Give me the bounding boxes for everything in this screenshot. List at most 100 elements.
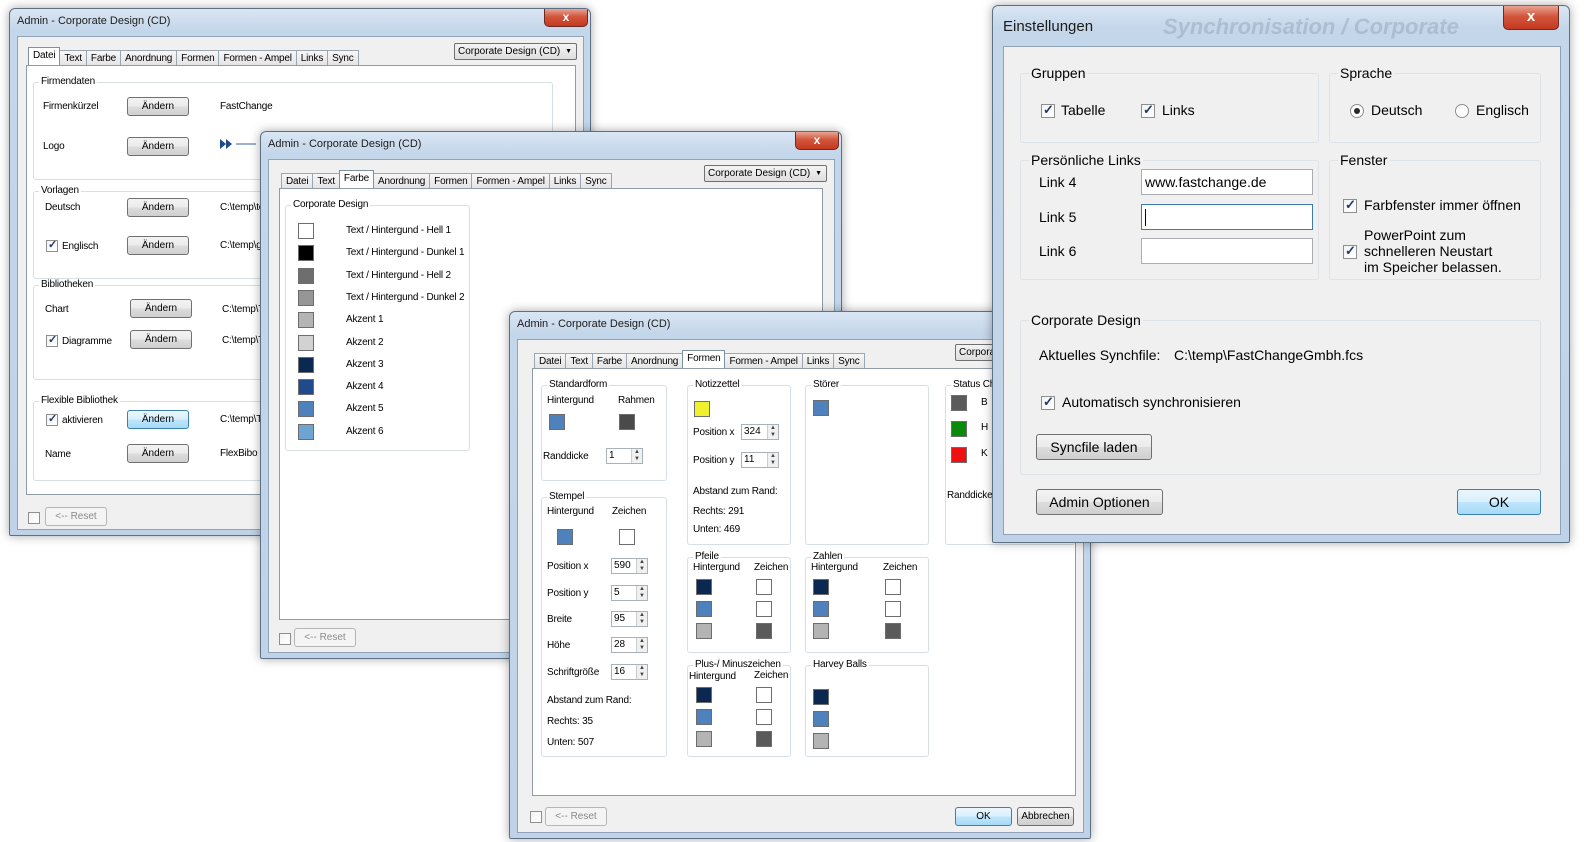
tab-text[interactable]: Text: [312, 173, 340, 189]
aktivieren-checkbox[interactable]: [46, 412, 58, 426]
color-swatch[interactable]: [298, 245, 314, 262]
tab-links[interactable]: Links: [801, 353, 835, 369]
color-swatch[interactable]: [696, 709, 712, 725]
color-swatch[interactable]: [696, 579, 712, 595]
stempel-breite-spinner[interactable]: 95 ▲ ▼: [611, 611, 648, 627]
farbfenster-checkbox[interactable]: [1343, 197, 1357, 213]
tab-sync[interactable]: Sync: [833, 353, 865, 369]
color-swatch[interactable]: [298, 289, 314, 306]
color-swatch[interactable]: [298, 334, 314, 351]
tab-anordnung[interactable]: Anordnung: [373, 173, 431, 189]
tab-datei[interactable]: Datei: [28, 47, 61, 66]
tab-sync[interactable]: Sync: [327, 50, 359, 66]
spin-arrows-icon[interactable]: ▲ ▼: [631, 449, 642, 463]
deutsch-radio[interactable]: [1350, 104, 1364, 118]
reset-button[interactable]: <-- Reset: [45, 507, 107, 526]
color-swatch[interactable]: [885, 601, 901, 617]
tabelle-checkbox[interactable]: [1041, 102, 1055, 118]
color-swatch[interactable]: [951, 447, 967, 463]
color-swatch[interactable]: [696, 623, 712, 639]
color-swatch[interactable]: [813, 623, 829, 639]
englisch-checkbox[interactable]: [46, 238, 58, 252]
randdicke-spinner[interactable]: 1 ▲ ▼: [606, 448, 643, 464]
change-aktivieren-button[interactable]: Ändern: [127, 410, 189, 429]
change-logo-button[interactable]: Ändern: [127, 137, 189, 156]
admin-options-button[interactable]: Admin Optionen: [1036, 489, 1163, 515]
spin-arrows-icon[interactable]: ▲ ▼: [767, 425, 778, 439]
tab-text[interactable]: Text: [59, 50, 87, 66]
color-swatch[interactable]: [951, 421, 967, 437]
notiz-posx-spinner[interactable]: 324 ▲ ▼: [741, 424, 779, 440]
stempel-posy-spinner[interactable]: 5 ▲ ▼: [611, 585, 648, 601]
spin-arrows-icon[interactable]: ▲ ▼: [767, 453, 778, 467]
change-kuerzel-button[interactable]: Ändern: [127, 97, 189, 116]
ok-button[interactable]: OK: [955, 807, 1012, 826]
stempel-posx-spinner[interactable]: 590 ▲ ▼: [611, 558, 648, 574]
color-swatch[interactable]: [813, 733, 829, 749]
spin-arrows-icon[interactable]: ▲ ▼: [636, 559, 647, 573]
tab-farbe[interactable]: Farbe: [338, 170, 375, 189]
color-swatch[interactable]: [619, 529, 635, 545]
spin-arrows-icon[interactable]: ▲ ▼: [636, 612, 647, 626]
spin-arrows-icon[interactable]: ▲ ▼: [636, 665, 647, 679]
tab-links[interactable]: Links: [295, 50, 329, 66]
color-swatch[interactable]: [756, 601, 772, 617]
close-button[interactable]: x: [1503, 6, 1559, 30]
tab-text[interactable]: Text: [565, 353, 593, 369]
tab-links[interactable]: Links: [548, 173, 582, 189]
color-swatch[interactable]: [298, 312, 314, 329]
color-swatch[interactable]: [813, 579, 829, 595]
stempel-schrift-spinner[interactable]: 16 ▲ ▼: [611, 664, 648, 680]
tab-formen-ampel[interactable]: Formen - Ampel: [218, 50, 297, 66]
color-swatch[interactable]: [696, 687, 712, 703]
color-swatch[interactable]: [298, 223, 314, 239]
color-swatch[interactable]: [619, 414, 635, 430]
change-chart-button[interactable]: Ändern: [130, 299, 192, 318]
color-swatch[interactable]: [298, 423, 314, 440]
color-swatch[interactable]: [885, 579, 901, 595]
links-checkbox[interactable]: [1141, 102, 1155, 118]
spin-arrows-icon[interactable]: ▲ ▼: [636, 586, 647, 600]
change-diagramme-button[interactable]: Ändern: [130, 330, 192, 349]
notiz-posy-spinner[interactable]: 11 ▲ ▼: [741, 452, 779, 468]
reset-checkbox[interactable]: [279, 633, 291, 645]
powerpoint-checkbox[interactable]: [1343, 243, 1357, 259]
close-button[interactable]: x: [795, 132, 839, 150]
color-swatch[interactable]: [696, 601, 712, 617]
color-swatch[interactable]: [756, 579, 772, 595]
tab-sync[interactable]: Sync: [580, 173, 612, 189]
reset-button[interactable]: <-- Reset: [545, 807, 607, 826]
color-swatch[interactable]: [756, 709, 772, 725]
design-combo[interactable]: Corporate Design (CD) ▼: [454, 43, 577, 60]
color-swatch[interactable]: [813, 711, 829, 727]
tab-anordnung[interactable]: Anordnung: [120, 50, 178, 66]
color-swatch[interactable]: [696, 731, 712, 747]
tab-anordnung[interactable]: Anordnung: [626, 353, 684, 369]
color-swatch[interactable]: [549, 414, 565, 430]
close-button[interactable]: x: [544, 9, 588, 27]
cancel-button[interactable]: Abbrechen: [1017, 807, 1074, 826]
color-swatch[interactable]: [756, 731, 772, 747]
load-syncfile-button[interactable]: Syncfile laden: [1036, 434, 1152, 460]
reset-button[interactable]: <-- Reset: [294, 628, 356, 647]
color-swatch[interactable]: [813, 601, 829, 617]
auto-sync-checkbox[interactable]: [1041, 394, 1055, 410]
color-swatch[interactable]: [885, 623, 901, 639]
englisch-radio[interactable]: [1455, 104, 1469, 118]
ok-button[interactable]: OK: [1457, 489, 1541, 515]
reset-checkbox[interactable]: [28, 512, 40, 524]
tab-farbe[interactable]: Farbe: [85, 50, 122, 66]
stempel-hoehe-spinner[interactable]: 28 ▲ ▼: [611, 637, 648, 653]
reset-checkbox[interactable]: [530, 811, 542, 823]
change-englisch-button[interactable]: Ändern: [127, 236, 189, 255]
change-deutsch-button[interactable]: Ändern: [127, 198, 189, 217]
color-swatch[interactable]: [813, 689, 829, 705]
tab-farbe[interactable]: Farbe: [591, 353, 628, 369]
color-swatch[interactable]: [557, 529, 573, 545]
change-name-button[interactable]: Ändern: [127, 444, 189, 463]
spin-arrows-icon[interactable]: ▲ ▼: [636, 638, 647, 652]
tab-formen[interactable]: Formen: [176, 50, 220, 66]
color-swatch[interactable]: [298, 267, 314, 284]
color-swatch[interactable]: [298, 401, 314, 418]
color-swatch[interactable]: [813, 400, 829, 416]
